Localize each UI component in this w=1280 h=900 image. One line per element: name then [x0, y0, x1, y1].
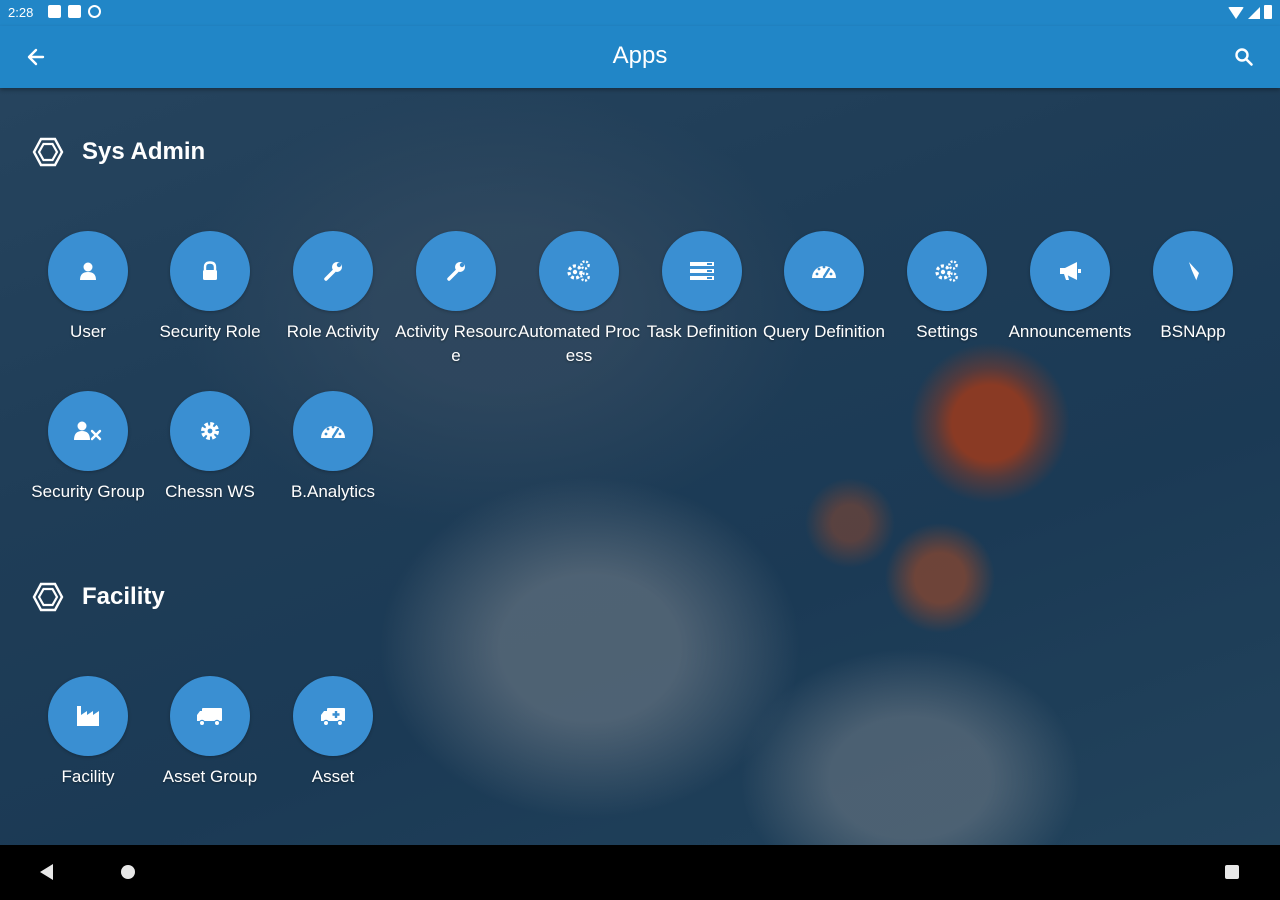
battery-icon — [1264, 5, 1272, 19]
app-icon-circle — [293, 391, 373, 471]
app-label: Settings — [916, 322, 978, 341]
app-icon-circle — [293, 676, 373, 756]
app-icon-circle — [784, 231, 864, 311]
app-icon-circle — [48, 231, 128, 311]
status-bar: 2:28 — [0, 0, 1280, 26]
nav-home-icon[interactable] — [121, 865, 135, 879]
nav-back-icon[interactable] — [40, 864, 53, 880]
app-tile-security-role[interactable]: Security Role — [150, 231, 270, 344]
signal-icon — [1248, 7, 1260, 19]
user-icon — [80, 262, 96, 280]
app-tile-chessn-ws[interactable]: Chessn WS — [150, 391, 270, 504]
app-bar: Apps — [0, 26, 1280, 88]
hexagon-icon — [32, 136, 64, 168]
app-label: Task Definition — [646, 322, 758, 341]
nav-recents-icon[interactable] — [1225, 865, 1239, 879]
users-x-icon — [74, 421, 102, 441]
compass-icon — [1187, 260, 1199, 282]
wrench-icon — [447, 262, 465, 281]
gear-icon — [201, 422, 219, 440]
search-button[interactable] — [1228, 42, 1260, 72]
app-icon-circle — [662, 231, 742, 311]
app-icon-circle — [1030, 231, 1110, 311]
app-icon-circle — [170, 676, 250, 756]
app-label: B.Analytics — [290, 482, 376, 501]
sd-card-icon — [68, 5, 81, 18]
app-label: Chessn WS — [165, 482, 255, 501]
app-label: Activity Resource — [395, 322, 517, 365]
truck-icon — [197, 708, 222, 727]
app-icon-circle — [170, 391, 250, 471]
app-label: Role Activity — [286, 322, 380, 341]
app-label: Security Role — [159, 322, 261, 341]
app-icon-circle — [907, 231, 987, 311]
apps-content[interactable]: Sys Admin User Security Role Role Activi… — [0, 88, 1280, 845]
app-label: User — [70, 322, 106, 341]
dashboard-icon — [812, 265, 836, 279]
app-tile-asset-group[interactable]: Asset Group — [150, 676, 270, 789]
app-tile-activity-resource[interactable]: Activity Resource — [395, 231, 517, 368]
notification-icons — [48, 5, 101, 18]
gears-icon — [567, 260, 590, 282]
app-icon-circle — [48, 676, 128, 756]
status-time: 2:28 — [8, 5, 34, 20]
app-icon-circle — [293, 231, 373, 311]
app-tile-settings[interactable]: Settings — [887, 231, 1007, 344]
app-tile-role-activity[interactable]: Role Activity — [273, 231, 393, 344]
app-tile-automated-process[interactable]: Automated Process — [518, 231, 640, 368]
app-icon-circle — [416, 231, 496, 311]
app-tile-bsnapp[interactable]: BSNApp — [1133, 231, 1253, 344]
app-tile-task-definition[interactable]: Task Definition — [642, 231, 762, 344]
system-icons — [1228, 5, 1272, 19]
sync-disabled-icon — [88, 5, 101, 18]
app-tile-query-definition[interactable]: Query Definition — [763, 231, 885, 344]
app-label: Asset Group — [162, 767, 258, 786]
app-label: Facility — [61, 767, 115, 786]
system-nav-bar — [0, 845, 1280, 900]
list-icon — [690, 262, 714, 280]
app-icon-circle — [48, 391, 128, 471]
page-title: Apps — [612, 42, 668, 69]
section-title: Facility — [82, 583, 165, 610]
wrench-icon — [324, 262, 342, 281]
app-tile-facility[interactable]: Facility — [28, 676, 148, 789]
section-title: Sys Admin — [82, 138, 206, 165]
app-tile-user[interactable]: User — [28, 231, 148, 344]
wifi-icon — [1228, 7, 1244, 19]
app-icon-circle — [539, 231, 619, 311]
gears-icon — [935, 260, 958, 282]
app-tile-b-analytics[interactable]: B.Analytics — [273, 391, 393, 504]
app-label: BSNApp — [1160, 322, 1226, 341]
app-icon-circle — [1153, 231, 1233, 311]
app-tile-security-group[interactable]: Security Group — [28, 391, 148, 504]
section-header-facility: Facility — [32, 581, 165, 613]
notification-icon — [48, 5, 61, 18]
search-icon — [1235, 48, 1253, 66]
app-tile-asset[interactable]: Asset — [273, 676, 393, 789]
app-label: Query Definition — [763, 322, 885, 341]
factory-icon — [77, 706, 99, 726]
hexagon-icon — [32, 581, 64, 613]
app-icon-circle — [170, 231, 250, 311]
section-header-sys-admin: Sys Admin — [32, 136, 205, 168]
lock-icon — [203, 261, 217, 280]
app-label: Announcements — [1008, 322, 1132, 341]
ambulance-icon — [321, 708, 345, 727]
megaphone-icon — [1060, 262, 1081, 280]
app-label: Asset — [311, 767, 355, 786]
dashboard-icon — [321, 425, 345, 439]
app-tile-announcements[interactable]: Announcements — [1008, 231, 1132, 344]
app-label: Automated Process — [518, 322, 640, 365]
app-label: Security Group — [31, 482, 145, 501]
